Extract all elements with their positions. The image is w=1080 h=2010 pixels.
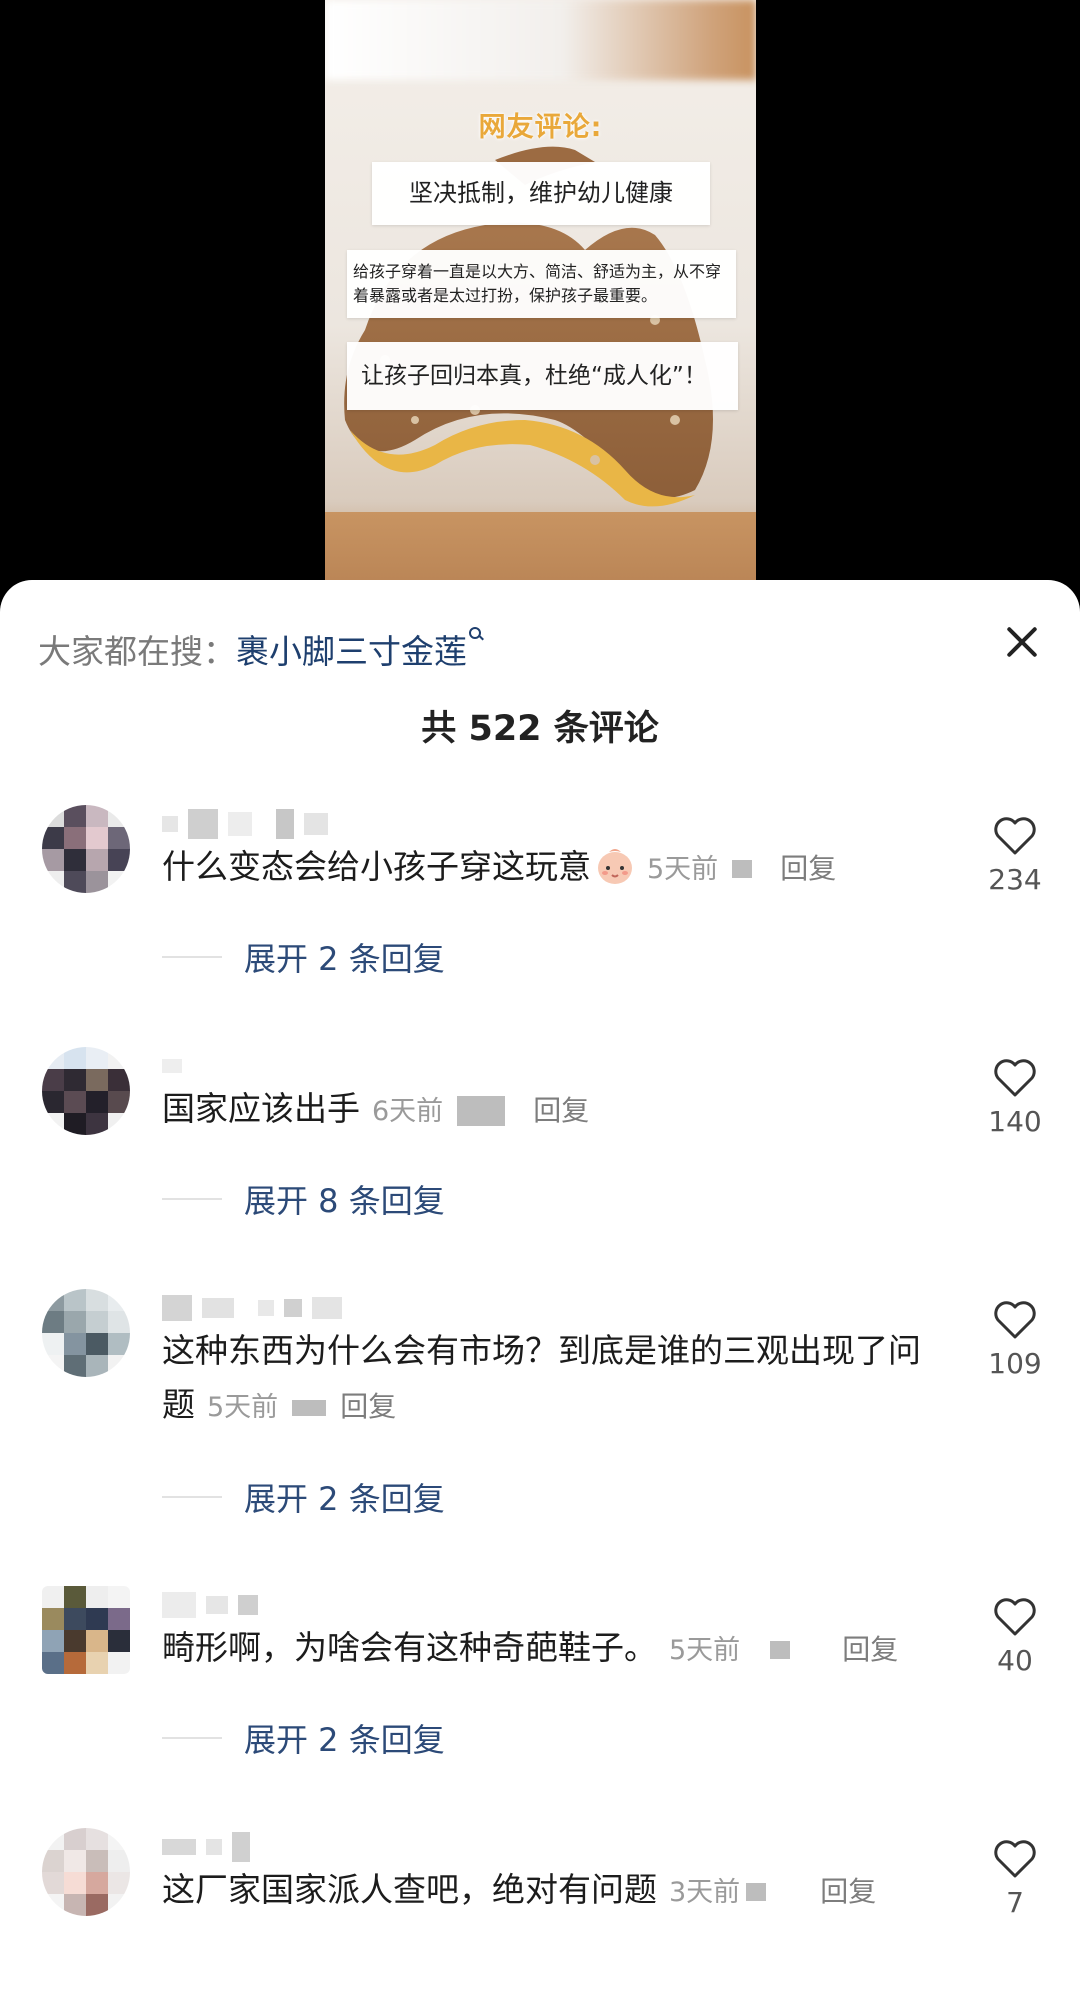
like-count: 234 — [988, 863, 1042, 896]
divider-line — [162, 1496, 222, 1498]
expand-replies-button[interactable]: 展开 2 条回复 — [162, 1718, 445, 1759]
search-hint-icon — [469, 627, 485, 649]
expand-replies-label: 展开 8 条回复 — [244, 1182, 445, 1220]
divider-line — [162, 1198, 222, 1200]
username-mosaic[interactable] — [162, 1049, 182, 1083]
video-overlay-title: 网友评论: — [478, 112, 603, 143]
comment-time: 5天前 — [669, 1635, 741, 1666]
reply-button[interactable]: 回复 — [533, 1094, 589, 1127]
comments-sheet: 大家都在搜：裹小脚三寸金莲 共 522 条评论 什么变态会给小孩子穿这玩意 5天… — [0, 580, 1080, 2010]
comment-time: 6天前 — [372, 1096, 444, 1127]
comment-time: 3天前 — [669, 1877, 741, 1908]
username-mosaic[interactable] — [162, 1291, 342, 1325]
location-mosaic — [746, 1883, 767, 1901]
expand-replies-label: 展开 2 条回复 — [244, 1721, 445, 1759]
comment-time: 5天前 — [207, 1392, 279, 1423]
video-caption-3: 让孩子回归本真，杜绝“成人化”！ — [347, 342, 738, 410]
heart-outline-icon — [994, 1301, 1036, 1339]
comment-body[interactable]: 这厂家国家派人查吧，绝对有问题 3天前 回复 — [162, 1863, 942, 1920]
heart-outline-icon — [994, 1840, 1036, 1878]
like-button[interactable]: 234 — [975, 815, 1055, 896]
comment-body[interactable]: 国家应该出手 6天前 回复 — [162, 1082, 942, 1139]
comment-time: 5天前 — [647, 854, 719, 885]
heart-outline-icon — [994, 1598, 1036, 1636]
avatar[interactable] — [42, 805, 130, 893]
trending-search-keyword[interactable]: 裹小脚三寸金莲 — [236, 632, 467, 671]
avatar[interactable] — [42, 1586, 130, 1674]
expand-replies-button[interactable]: 展开 8 条回复 — [162, 1179, 445, 1220]
heart-outline-icon — [994, 817, 1036, 855]
trending-search[interactable]: 大家都在搜：裹小脚三寸金莲 — [38, 625, 485, 673]
trending-search-prefix: 大家都在搜： — [38, 632, 236, 671]
avatar[interactable] — [42, 1289, 130, 1377]
reply-button[interactable]: 回复 — [842, 1633, 898, 1666]
expand-replies-label: 展开 2 条回复 — [244, 940, 445, 978]
baby-face-emoji-icon — [598, 849, 632, 884]
video-caption-1: 坚决抵制，维护幼儿健康 — [372, 162, 710, 225]
expand-replies-label: 展开 2 条回复 — [244, 1480, 445, 1518]
video-caption-2: 给孩子穿着一直是以大方、简洁、舒适为主，从不穿着暴露或者是太过打扮，保护孩子最重… — [347, 250, 736, 318]
expand-replies-button[interactable]: 展开 2 条回复 — [162, 937, 445, 978]
like-count: 40 — [997, 1644, 1033, 1677]
comment-body[interactable]: 畸形啊，为啥会有这种奇葩鞋子。 5天前 回复 — [162, 1621, 942, 1678]
like-button[interactable]: 7 — [975, 1838, 1055, 1919]
like-count: 109 — [988, 1347, 1042, 1380]
close-icon[interactable] — [1000, 620, 1044, 664]
comment-body[interactable]: 什么变态会给小孩子穿这玩意 5天前 回复 — [162, 840, 942, 897]
reply-button[interactable]: 回复 — [820, 1875, 876, 1908]
video-player[interactable]: 网友评论: 坚决抵制，维护幼儿健康 给孩子穿着一直是以大方、简洁、舒适为主，从不… — [0, 0, 1080, 590]
comment-text: 畸形啊，为啥会有这种奇葩鞋子。 — [162, 1628, 657, 1667]
username-mosaic[interactable] — [162, 1830, 250, 1864]
expand-replies-button[interactable]: 展开 2 条回复 — [162, 1477, 445, 1518]
comment-text: 什么变态会给小孩子穿这玩意 — [162, 847, 591, 886]
like-count: 140 — [988, 1105, 1042, 1138]
like-button[interactable]: 40 — [975, 1596, 1055, 1677]
reply-button[interactable]: 回复 — [780, 852, 836, 885]
comment-text: 这厂家国家派人查吧，绝对有问题 — [162, 1870, 657, 1909]
location-mosaic — [770, 1641, 791, 1659]
comment-body[interactable]: 这种东西为什么会有市场？到底是谁的三观出现了问题 5天前 回复 — [162, 1324, 942, 1435]
username-mosaic[interactable] — [162, 1588, 258, 1622]
comment-text: 国家应该出手 — [162, 1089, 360, 1128]
location-mosaic — [292, 1400, 327, 1416]
location-mosaic — [732, 860, 753, 878]
video-frame: 网友评论: 坚决抵制，维护幼儿健康 给孩子穿着一直是以大方、简洁、舒适为主，从不… — [325, 0, 756, 590]
divider-line — [162, 1737, 222, 1739]
video-bottom-strip — [325, 512, 756, 590]
heart-outline-icon — [994, 1059, 1036, 1097]
avatar[interactable] — [42, 1828, 130, 1916]
username-mosaic[interactable] — [162, 807, 328, 841]
like-button[interactable]: 140 — [975, 1057, 1055, 1138]
avatar[interactable] — [42, 1047, 130, 1135]
like-count: 7 — [1006, 1886, 1024, 1919]
location-mosaic — [457, 1096, 506, 1126]
reply-button[interactable]: 回复 — [340, 1390, 396, 1423]
divider-line — [162, 956, 222, 958]
like-button[interactable]: 109 — [975, 1299, 1055, 1380]
comments-count-title: 共 522 条评论 — [421, 709, 659, 749]
